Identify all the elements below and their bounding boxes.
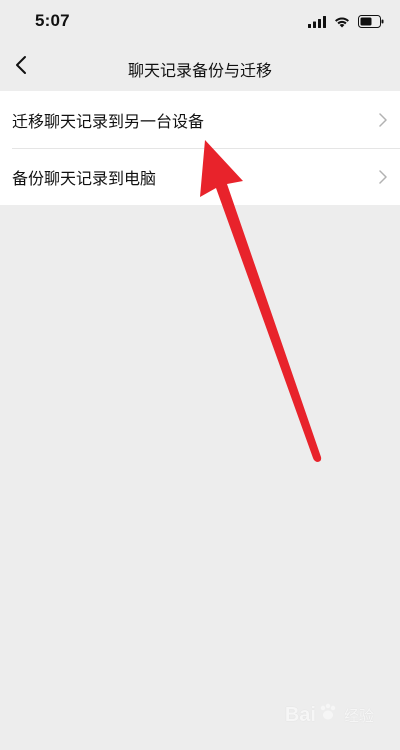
backup-to-computer-item[interactable]: 备份聊天记录到电脑 <box>0 148 400 205</box>
watermark: Bai 经验 <box>285 702 374 728</box>
watermark-sub: 经验 <box>343 707 374 725</box>
status-icons <box>308 14 384 30</box>
page-title: 聊天记录备份与迁移 <box>127 61 272 80</box>
chevron-right-icon <box>379 112 387 127</box>
status-time: 5:07 <box>35 11 70 30</box>
nav-bar: 聊天记录备份与迁移 <box>0 44 400 90</box>
wifi-icon <box>334 13 350 32</box>
watermark-brand: Bai <box>284 703 316 726</box>
chevron-right-icon <box>379 169 387 184</box>
status-bar: 5:07 <box>0 0 400 44</box>
signal-icon <box>308 13 326 32</box>
menu-item-label: 备份聊天记录到电脑 <box>12 168 157 188</box>
migrate-chat-history-item[interactable]: 迁移聊天记录到另一台设备 <box>0 91 400 148</box>
menu-item-label: 迁移聊天记录到另一台设备 <box>12 111 205 131</box>
paw-icon <box>318 702 338 728</box>
battery-icon <box>358 13 384 32</box>
menu-list: 迁移聊天记录到另一台设备 备份聊天记录到电脑 <box>0 91 400 205</box>
